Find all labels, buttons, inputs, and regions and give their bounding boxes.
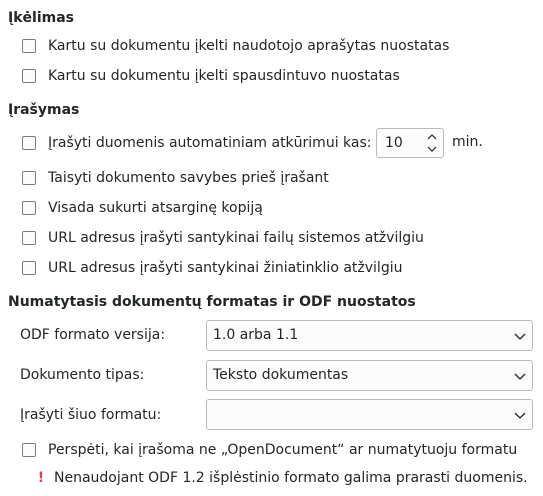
chevron-down-icon: [514, 412, 526, 419]
saving-section-title: Įrašymas: [8, 102, 80, 118]
chevron-down-icon: [514, 373, 526, 380]
load-printer-settings-label: Kartu su dokumentu įkelti spausdintuvo n…: [48, 68, 400, 84]
doc-type-select[interactable]: Teksto dokumentas: [206, 360, 533, 391]
backup-label: Visada sukurti atsarginę kopiją: [48, 200, 263, 216]
save-as-format-select[interactable]: [206, 399, 533, 430]
checkbox-box[interactable]: [22, 201, 36, 215]
load-user-settings-label: Kartu su dokumentu įkelti naudotojo apra…: [48, 38, 450, 54]
autosave-label: Įrašyti duomenis automatiniam atkūrimui …: [48, 135, 372, 151]
spin-arrows-icon[interactable]: [425, 131, 439, 155]
autosave-checkbox[interactable]: Įrašyti duomenis automatiniam atkūrimui …: [22, 133, 371, 153]
load-user-settings-checkbox[interactable]: Kartu su dokumentu įkelti naudotojo apra…: [22, 36, 449, 56]
autosave-unit: min.: [452, 134, 483, 150]
checkbox-box[interactable]: [22, 443, 36, 457]
autosave-minutes-spinbox[interactable]: 10: [376, 128, 444, 158]
load-printer-settings-checkbox[interactable]: Kartu su dokumentu įkelti spausdintuvo n…: [22, 66, 400, 86]
checkbox-box[interactable]: [22, 261, 36, 275]
odf-version-value: 1.0 arba 1.1: [213, 327, 299, 343]
checkbox-box[interactable]: [22, 39, 36, 53]
url-filesystem-checkbox[interactable]: URL adresus įrašyti santykinai failų sis…: [22, 228, 424, 248]
checkbox-box[interactable]: [22, 231, 36, 245]
doc-type-label: Dokumento tipas:: [20, 367, 145, 383]
edit-properties-label: Taisyti dokumento savybes prieš įrašant: [48, 170, 329, 186]
warning-icon: !: [37, 470, 45, 486]
url-internet-label: URL adresus įrašyti santykinai žiniatink…: [48, 260, 403, 276]
warn-alien-format-checkbox[interactable]: Perspėti, kai įrašoma ne „OpenDocument“ …: [22, 440, 517, 460]
save-as-format-label: Įrašyti šiuo formatu:: [20, 407, 162, 423]
chevron-down-icon: [514, 333, 526, 340]
checkbox-box[interactable]: [22, 69, 36, 83]
url-filesystem-label: URL adresus įrašyti santykinai failų sis…: [48, 230, 424, 246]
warn-alien-format-label: Perspėti, kai įrašoma ne „OpenDocument“ …: [48, 442, 518, 458]
odf-version-label: ODF formato versija:: [20, 327, 166, 343]
checkbox-box[interactable]: [22, 171, 36, 185]
edit-properties-checkbox[interactable]: Taisyti dokumento savybes prieš įrašant: [22, 168, 329, 188]
autosave-minutes-value[interactable]: 10: [385, 135, 403, 151]
checkbox-box[interactable]: [22, 136, 36, 150]
backup-checkbox[interactable]: Visada sukurti atsarginę kopiją: [22, 198, 263, 218]
odf-warning: ! Nenaudojant ODF 1.2 išplėstinio format…: [36, 470, 528, 486]
odf-version-select[interactable]: 1.0 arba 1.1: [206, 320, 533, 351]
doc-type-value: Teksto dokumentas: [213, 367, 349, 383]
defaults-section-title: Numatytasis dokumentų formatas ir ODF nu…: [8, 294, 416, 310]
url-internet-checkbox[interactable]: URL adresus įrašyti santykinai žiniatink…: [22, 258, 402, 278]
odf-warning-text: Nenaudojant ODF 1.2 išplėstinio formato …: [54, 470, 528, 486]
loading-section-title: Įkėlimas: [8, 10, 74, 26]
